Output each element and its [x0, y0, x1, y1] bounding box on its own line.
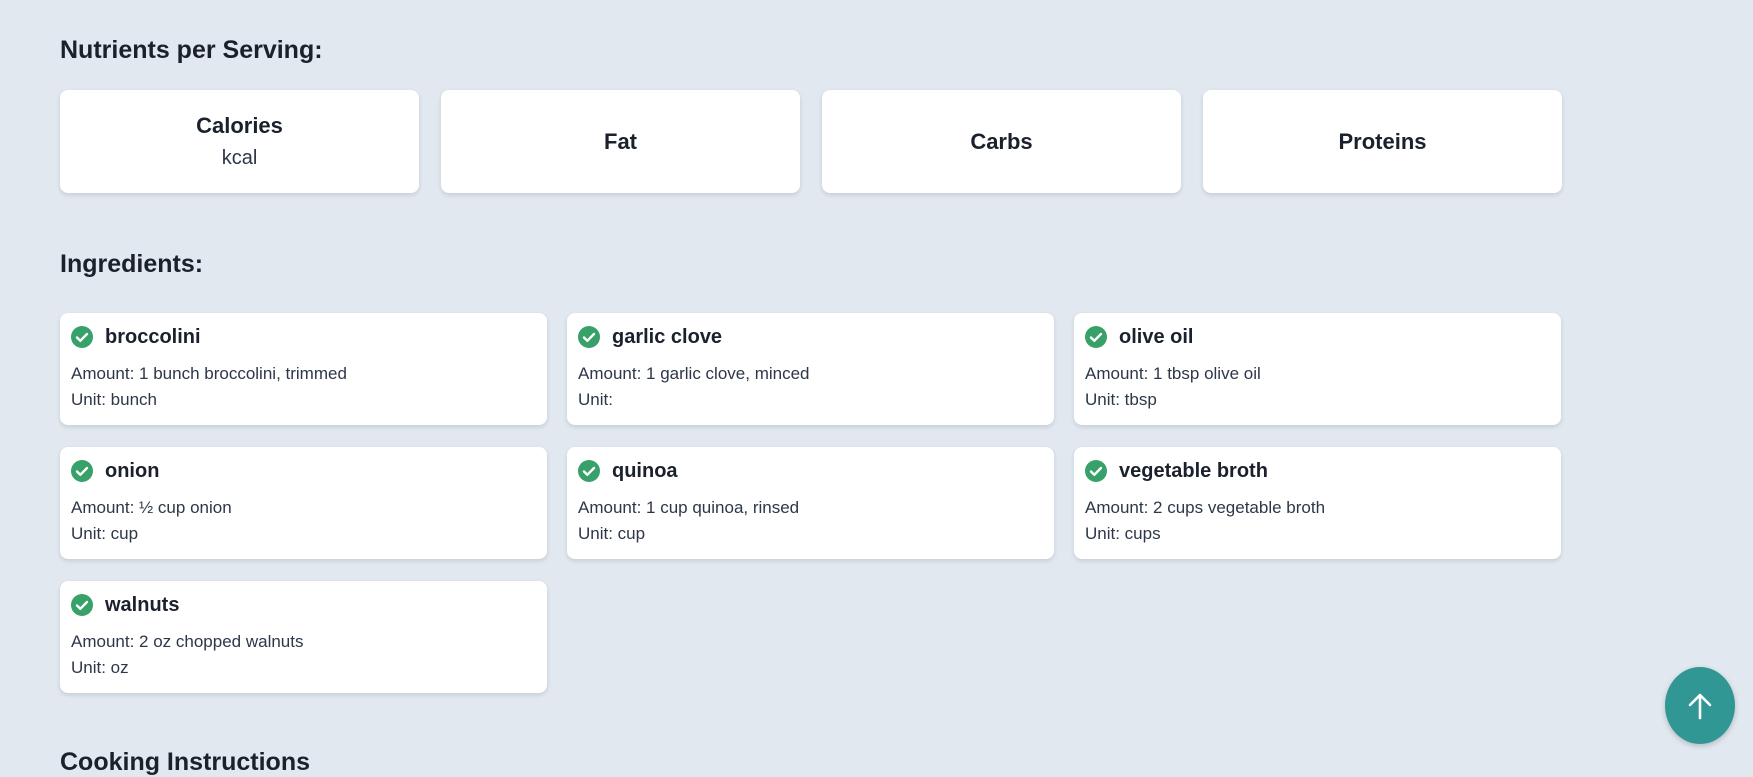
ingredient-unit: Unit: cup — [71, 524, 139, 543]
ingredient-card: olive oil Amount: 1 tbsp olive oil Unit:… — [1074, 313, 1561, 425]
ingredient-header: quinoa — [578, 459, 1043, 483]
ingredient-unit: Unit: tbsp — [1085, 390, 1157, 409]
ingredient-name: onion — [105, 459, 160, 482]
ingredient-card: vegetable broth Amount: 2 cups vegetable… — [1074, 447, 1561, 559]
check-circle-icon — [1085, 460, 1107, 482]
nutrient-card-carbs: Carbs — [822, 90, 1181, 193]
ingredient-header: vegetable broth — [1085, 459, 1550, 483]
ingredient-grid: broccolini Amount: 1 bunch broccolini, t… — [60, 313, 1561, 693]
ingredient-header: olive oil — [1085, 325, 1550, 349]
nutrient-unit: kcal — [221, 147, 258, 169]
ingredient-card: quinoa Amount: 1 cup quinoa, rinsed Unit… — [567, 447, 1054, 559]
ingredient-name: olive oil — [1119, 325, 1194, 348]
ingredient-card: walnuts Amount: 2 oz chopped walnuts Uni… — [60, 581, 547, 693]
ingredient-amount: Amount: ½ cup onion — [71, 498, 232, 517]
nutrient-name: Calories — [196, 113, 283, 138]
ingredient-unit: Unit: oz — [71, 658, 129, 677]
ingredient-name: quinoa — [612, 459, 678, 482]
check-circle-icon — [578, 326, 600, 348]
ingredient-unit: Unit: bunch — [71, 390, 157, 409]
ingredient-amount: Amount: 1 garlic clove, minced — [578, 364, 810, 383]
ingredient-name: vegetable broth — [1119, 459, 1268, 482]
ingredient-name: walnuts — [105, 593, 180, 616]
ingredient-header: onion — [71, 459, 536, 483]
check-circle-icon — [1085, 326, 1107, 348]
check-circle-icon — [71, 594, 93, 616]
ingredient-name: garlic clove — [612, 325, 723, 348]
ingredients-title: Ingredients: — [60, 250, 204, 278]
nutrient-name: Fat — [604, 128, 637, 154]
arrow-up-icon — [1688, 693, 1712, 719]
nutrient-name: Carbs — [970, 128, 1033, 154]
check-circle-icon — [71, 460, 93, 482]
ingredient-amount: Amount: 2 oz chopped walnuts — [71, 632, 304, 651]
nutrient-name: Proteins — [1338, 128, 1427, 154]
ingredient-unit: Unit: — [578, 390, 613, 409]
ingredient-amount: Amount: 1 tbsp olive oil — [1085, 364, 1261, 383]
check-circle-icon — [578, 460, 600, 482]
ingredient-amount: Amount: 2 cups vegetable broth — [1085, 498, 1326, 517]
instructions-title: Cooking Instructions — [60, 748, 310, 776]
ingredient-unit: Unit: cup — [578, 524, 646, 543]
ingredient-amount: Amount: 1 cup quinoa, rinsed — [578, 498, 800, 517]
ingredient-card: onion Amount: ½ cup onion Unit: cup — [60, 447, 547, 559]
nutrient-card-calories: Calories kcal — [60, 90, 419, 193]
nutrient-card-proteins: Proteins — [1203, 90, 1562, 193]
ingredient-header: broccolini — [71, 325, 536, 349]
ingredient-card: broccolini Amount: 1 bunch broccolini, t… — [60, 313, 547, 425]
nutrient-grid: Calories kcal Fat Carbs Proteins — [60, 90, 1562, 193]
ingredient-amount: Amount: 1 bunch broccolini, trimmed — [71, 364, 347, 383]
scroll-to-top-button[interactable] — [1665, 667, 1735, 744]
ingredient-unit: Unit: cups — [1085, 524, 1161, 543]
ingredient-header: garlic clove — [578, 325, 1043, 349]
ingredient-name: broccolini — [105, 325, 201, 348]
ingredient-card: garlic clove Amount: 1 garlic clove, min… — [567, 313, 1054, 425]
nutrients-title: Nutrients per Serving: — [60, 36, 323, 64]
nutrient-card-fat: Fat — [441, 90, 800, 193]
ingredient-header: walnuts — [71, 593, 536, 617]
check-circle-icon — [71, 326, 93, 348]
